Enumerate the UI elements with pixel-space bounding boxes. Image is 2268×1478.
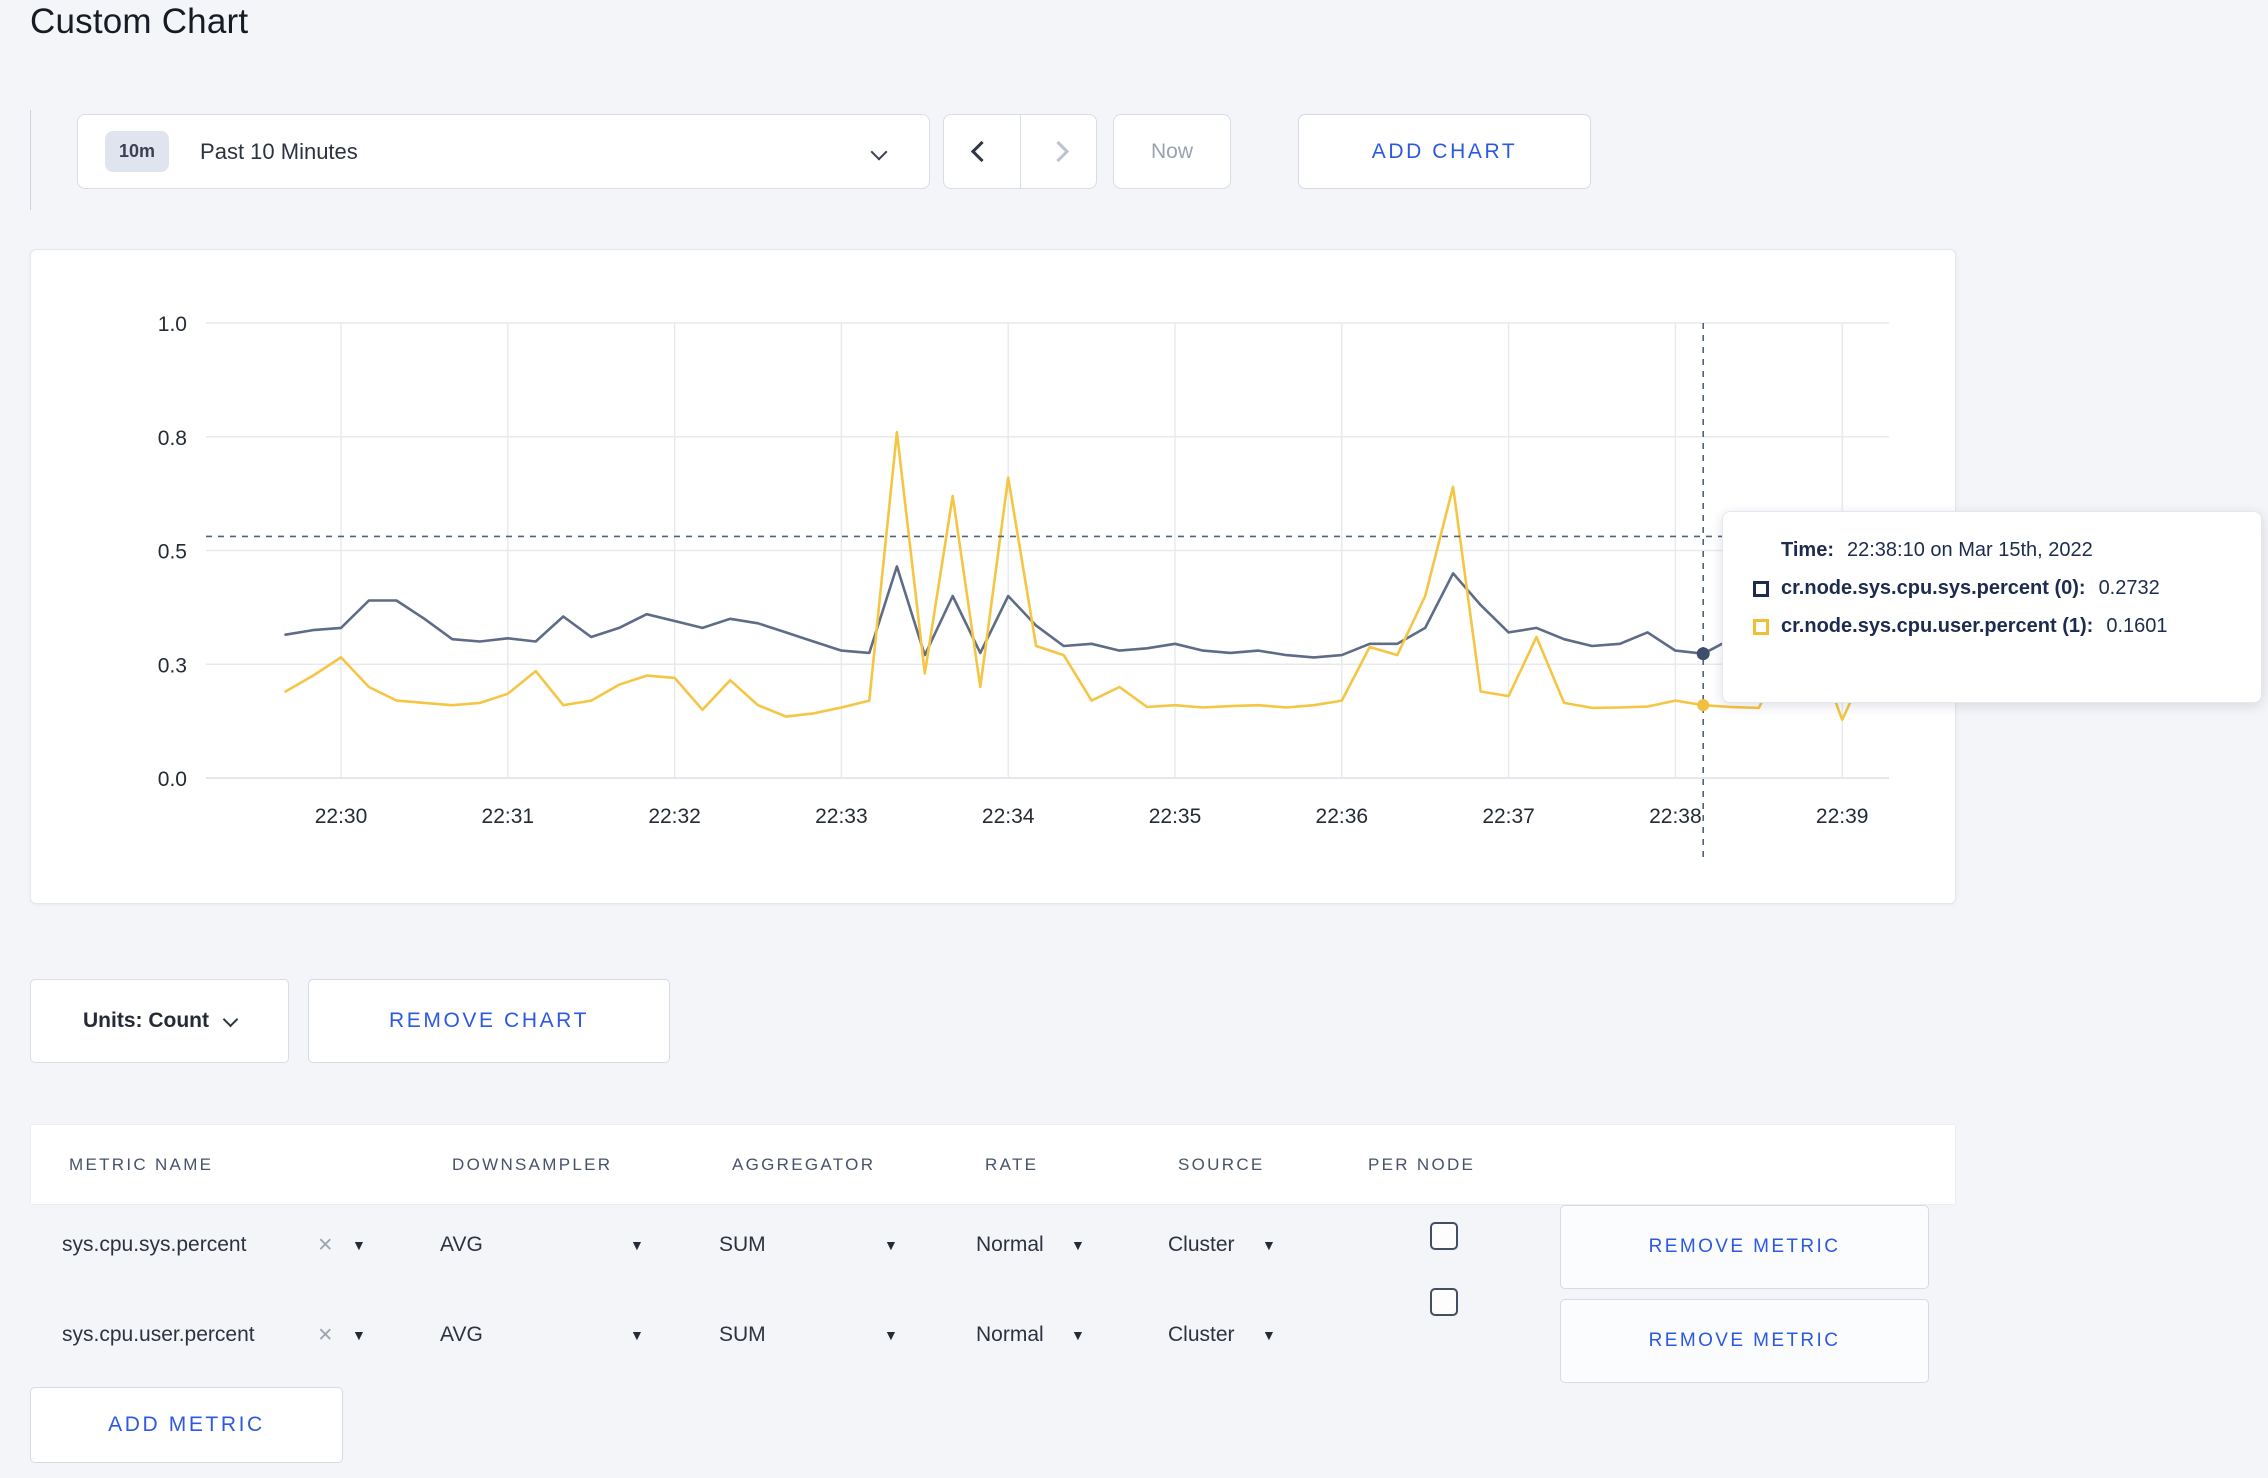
remove-chart-button[interactable]: REMOVE CHART xyxy=(308,979,670,1063)
tooltip-user-value: 0.1601 xyxy=(2106,615,2168,637)
time-range-badge: 10m xyxy=(105,131,170,172)
svg-text:0.3: 0.3 xyxy=(158,654,187,677)
chevron-down-icon xyxy=(222,1011,239,1027)
sys-series-swatch-icon xyxy=(1753,580,1769,597)
time-range-select[interactable]: 10m Past 10 Minutes xyxy=(77,114,930,189)
add-metric-button[interactable]: ADD METRIC xyxy=(30,1387,343,1463)
chevron-down-icon xyxy=(870,143,888,161)
now-button[interactable]: Now xyxy=(1113,114,1231,189)
source-select[interactable]: Cluster xyxy=(1168,1323,1235,1347)
chevron-right-icon xyxy=(1047,140,1069,163)
chart-tooltip: Time: 22:38:10 on Mar 15th, 2022 cr.node… xyxy=(1722,511,2262,703)
aggregator-caret-icon[interactable]: ▼ xyxy=(884,1237,898,1253)
aggregator-select[interactable]: SUM xyxy=(719,1233,766,1257)
tooltip-time-value: 22:38:10 on Mar 15th, 2022 xyxy=(1846,539,2093,561)
rate-select[interactable]: Normal xyxy=(976,1233,1044,1257)
svg-text:22:31: 22:31 xyxy=(482,805,535,828)
metric-name-select-caret-icon[interactable]: ▼ xyxy=(352,1327,366,1343)
metric-name-value[interactable]: sys.cpu.user.percent xyxy=(62,1323,255,1347)
svg-text:22:39: 22:39 xyxy=(1816,805,1869,828)
units-select[interactable]: Units: Count xyxy=(30,979,289,1063)
page-title: Custom Chart xyxy=(30,2,249,41)
metric-name-value[interactable]: sys.cpu.sys.percent xyxy=(62,1233,246,1257)
svg-text:0.5: 0.5 xyxy=(158,541,187,564)
remove-metric-button[interactable]: REMOVE METRIC xyxy=(1560,1299,1929,1383)
chart-card: 0.0 0.3 0.5 0.8 1.0 22:30 22:31 22:32 22:33 22:34… xyxy=(30,249,1956,904)
column-header-downsampler: DOWNSAMPLER xyxy=(452,1154,613,1174)
aggregator-caret-icon[interactable]: ▼ xyxy=(884,1327,898,1343)
source-caret-icon[interactable]: ▼ xyxy=(1262,1237,1276,1253)
svg-text:22:30: 22:30 xyxy=(315,805,368,828)
user-series-swatch-icon xyxy=(1753,618,1769,635)
per-node-checkbox[interactable] xyxy=(1430,1222,1458,1250)
cpu-usage-chart[interactable]: 0.0 0.3 0.5 0.8 1.0 22:30 22:31 22:32 22:33 22:34… xyxy=(30,249,1958,906)
svg-text:22:34: 22:34 xyxy=(982,805,1035,828)
downsampler-select[interactable]: AVG xyxy=(440,1233,483,1257)
downsampler-caret-icon[interactable]: ▼ xyxy=(630,1327,644,1343)
aggregator-select[interactable]: SUM xyxy=(719,1323,766,1347)
custom-chart-page: Custom Chart 10m Past 10 Minutes Now ADD… xyxy=(0,0,2268,1478)
prev-time-button[interactable] xyxy=(944,115,1021,188)
units-select-label: Units: Count xyxy=(83,1009,209,1032)
time-range-label: Past 10 Minutes xyxy=(200,138,358,164)
column-header-source: SOURCE xyxy=(1178,1154,1265,1174)
column-header-rate: RATE xyxy=(985,1154,1039,1174)
metric-name-select-caret-icon[interactable]: ▼ xyxy=(352,1237,366,1253)
svg-text:22:37: 22:37 xyxy=(1482,805,1535,828)
rate-select[interactable]: Normal xyxy=(976,1323,1044,1347)
metrics-table-header: METRIC NAME DOWNSAMPLER AGGREGATOR RATE … xyxy=(30,1124,1956,1205)
chevron-left-icon xyxy=(971,140,993,163)
clear-metric-icon[interactable]: × xyxy=(318,1321,333,1350)
svg-text:0.0: 0.0 xyxy=(158,768,187,791)
svg-text:22:36: 22:36 xyxy=(1316,805,1369,828)
downsampler-caret-icon[interactable]: ▼ xyxy=(630,1237,644,1253)
svg-text:22:32: 22:32 xyxy=(648,805,701,828)
tooltip-user-name: cr.node.sys.cpu.user.percent (1): xyxy=(1781,615,2094,637)
svg-text:22:38: 22:38 xyxy=(1649,805,1702,828)
column-header-per-node: PER NODE xyxy=(1368,1154,1476,1174)
next-time-button[interactable] xyxy=(1021,115,1097,188)
per-node-checkbox[interactable] xyxy=(1430,1288,1458,1316)
clear-metric-icon[interactable]: × xyxy=(318,1231,333,1260)
svg-text:22:33: 22:33 xyxy=(815,805,868,828)
svg-text:0.8: 0.8 xyxy=(158,427,187,450)
add-chart-button[interactable]: ADD CHART xyxy=(1298,114,1591,189)
column-header-metric-name: METRIC NAME xyxy=(69,1154,214,1174)
svg-text:1.0: 1.0 xyxy=(158,313,187,336)
tooltip-sys-name: cr.node.sys.cpu.sys.percent (0): xyxy=(1781,577,2086,599)
rate-caret-icon[interactable]: ▼ xyxy=(1071,1327,1085,1343)
tooltip-sys-value: 0.2732 xyxy=(2098,577,2160,599)
rate-caret-icon[interactable]: ▼ xyxy=(1071,1237,1085,1253)
source-select[interactable]: Cluster xyxy=(1168,1233,1235,1257)
toolbar-divider xyxy=(30,110,31,210)
time-pager xyxy=(943,114,1097,189)
svg-text:22:35: 22:35 xyxy=(1149,805,1202,828)
column-header-aggregator: AGGREGATOR xyxy=(732,1154,876,1174)
downsampler-select[interactable]: AVG xyxy=(440,1323,483,1347)
tooltip-time-label: Time: xyxy=(1781,539,1834,561)
source-caret-icon[interactable]: ▼ xyxy=(1262,1327,1276,1343)
remove-metric-button[interactable]: REMOVE METRIC xyxy=(1560,1205,1929,1289)
